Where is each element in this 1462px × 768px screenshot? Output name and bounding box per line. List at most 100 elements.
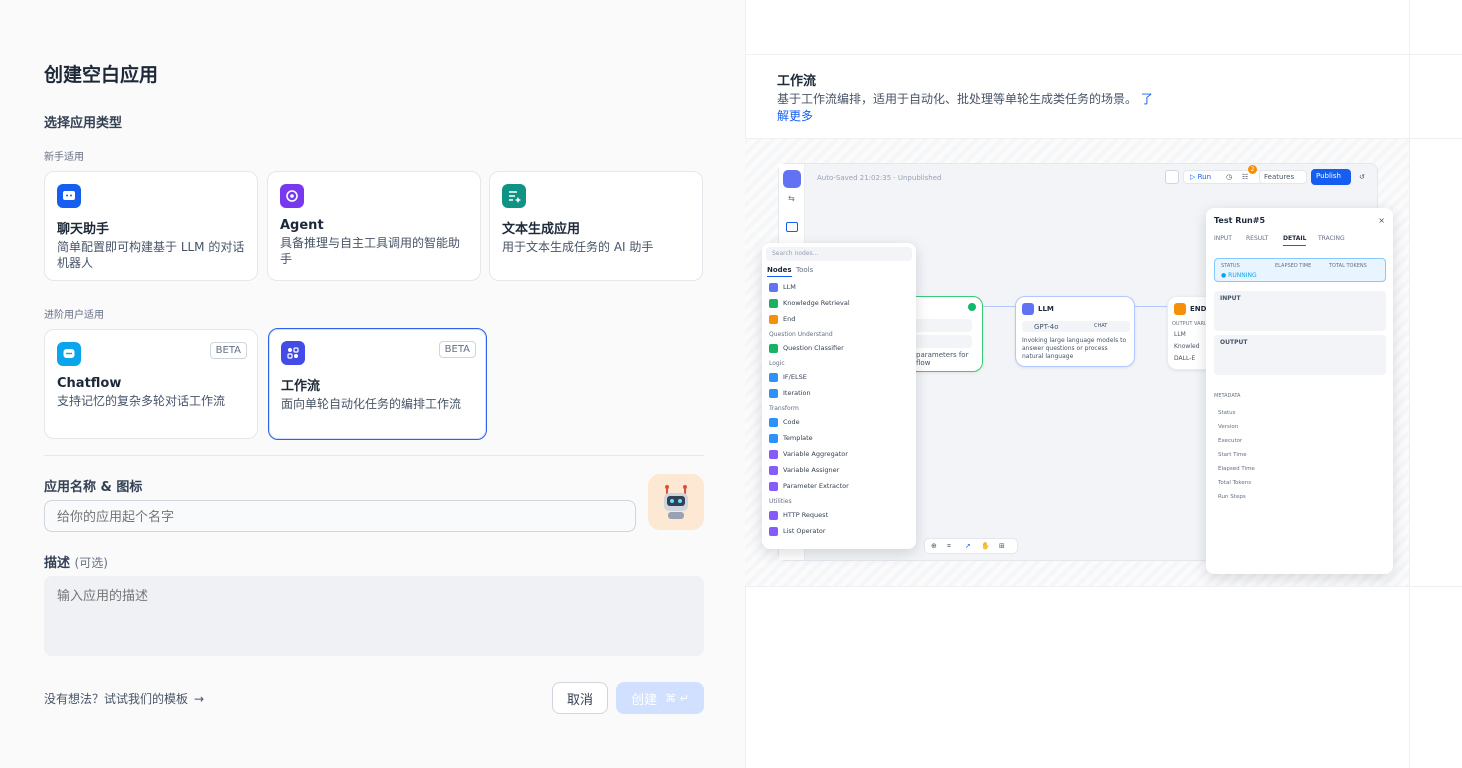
card-desc: 具备推理与自主工具调用的智能助手 xyxy=(280,236,461,266)
app-description-input[interactable] xyxy=(44,576,704,656)
output-label: OUTPUT VARIA xyxy=(1172,321,1209,327)
preview-desc: 基于工作流编排，适用于自动化、批处理等单轮生成类任务的场景。 了解更多 xyxy=(777,91,1157,125)
beta-badge: BETA xyxy=(209,342,247,359)
create-button[interactable]: 创建 ⌘ ↵ xyxy=(616,682,704,714)
model-mode: CHAT xyxy=(1094,323,1108,329)
node-type-icon xyxy=(769,418,778,427)
node-desc: Invoking large language models to answer… xyxy=(1022,337,1127,360)
node-group-label: Utilities xyxy=(769,498,792,505)
tokens-header: TOTAL TOKENS xyxy=(1329,263,1367,269)
node-item[interactable]: Code xyxy=(769,416,909,428)
autosave-status: Auto-Saved 21:02:35 · Unpublished xyxy=(817,174,942,182)
node-item[interactable]: Variable Assigner xyxy=(769,464,909,476)
description-label: 描述 (可选) xyxy=(44,552,108,571)
node-type-icon xyxy=(769,373,778,382)
issue-count-badge: 2 xyxy=(1248,165,1257,174)
features-button[interactable]: Features xyxy=(1259,170,1307,184)
node-item-label: Iteration xyxy=(783,389,811,397)
tab-tracing[interactable]: TRACING xyxy=(1318,235,1345,242)
cancel-button[interactable]: 取消 xyxy=(552,682,608,714)
node-type-icon xyxy=(769,283,778,292)
card-chat-assistant[interactable]: 聊天助手 简单配置即可构建基于 LLM 的对话机器人 xyxy=(44,171,258,281)
model-name: GPT-4o xyxy=(1034,323,1059,331)
panel-icon xyxy=(786,222,798,232)
divider xyxy=(745,586,1462,587)
node-item[interactable]: Parameter Extractor xyxy=(769,480,909,492)
card-title: 聊天助手 xyxy=(57,222,110,237)
restore-icon: ↺ xyxy=(1359,173,1365,181)
llm-node: LLM GPT-4o CHAT Invoking large language … xyxy=(1015,296,1135,367)
workflow-icon xyxy=(281,341,305,365)
divider xyxy=(745,54,1462,55)
node-item[interactable]: Question Classifier xyxy=(769,342,909,354)
node-type-icon xyxy=(769,482,778,491)
model-selector: GPT-4o CHAT xyxy=(1022,321,1130,332)
node-title: END xyxy=(1190,305,1207,313)
card-agent[interactable]: Agent 具备推理与自主工具调用的智能助手 xyxy=(267,171,481,281)
tab-nodes[interactable]: Nodes xyxy=(767,266,792,277)
text-generate-icon xyxy=(502,184,526,208)
pointer-icon: ➚ xyxy=(965,542,971,550)
tab-result[interactable]: RESULT xyxy=(1246,235,1268,242)
test-run-panel: Test Run#5 × INPUT RESULT DETAIL TRACING… xyxy=(1206,208,1393,574)
node-item[interactable]: LLM xyxy=(769,281,909,293)
metadata-row: Run Steps xyxy=(1218,494,1246,500)
chat-bubble-icon xyxy=(57,184,81,208)
tab-tools[interactable]: Tools xyxy=(796,266,813,274)
shortcut-hint: ⌘ ↵ xyxy=(665,691,689,705)
divider xyxy=(44,455,704,456)
arrow-right-icon: → xyxy=(194,691,205,706)
node-type-icon xyxy=(769,450,778,459)
card-chatflow[interactable]: BETA Chatflow 支持记忆的复杂多轮对话工作流 xyxy=(44,329,258,439)
running-label: RUNNING xyxy=(1228,272,1257,279)
node-item-label: Variable Aggregator xyxy=(783,450,848,458)
publish-button[interactable]: Publish xyxy=(1311,169,1351,185)
checklist-icon: ☷ xyxy=(1242,173,1249,181)
node-title: LLM xyxy=(1038,305,1054,313)
output-item: Knowled xyxy=(1174,343,1200,350)
node-item-label: HTTP Request xyxy=(783,511,829,519)
node-search-input[interactable]: Search nodes... xyxy=(766,247,912,261)
metadata-row: Executor xyxy=(1218,438,1243,444)
card-text-generator[interactable]: 文本生成应用 用于文本生成任务的 AI 助手 xyxy=(489,171,703,281)
run-button[interactable]: ▷ Run xyxy=(1190,173,1211,181)
create-app-form: 创建空白应用 选择应用类型 新手适用 聊天助手 简单配置即可构建基于 LLM 的… xyxy=(0,0,745,768)
app-icon-picker[interactable] xyxy=(648,474,704,530)
node-type-icon xyxy=(769,344,778,353)
node-group-label: Transform xyxy=(769,405,799,412)
node-item[interactable]: Knowledge Retrieval xyxy=(769,297,909,309)
node-item-label: Parameter Extractor xyxy=(783,482,849,490)
end-icon xyxy=(1174,303,1186,315)
features-label: Features xyxy=(1264,173,1295,181)
output-item: LLM xyxy=(1174,331,1186,338)
grid-icon: ⊞ xyxy=(999,542,1005,550)
node-item[interactable]: Iteration xyxy=(769,387,909,399)
close-icon[interactable]: × xyxy=(1378,216,1385,225)
node-item[interactable]: List Operator xyxy=(769,525,909,537)
node-type-icon xyxy=(769,511,778,520)
history-icon: ◷ xyxy=(1226,173,1233,181)
node-item[interactable]: End xyxy=(769,313,909,325)
output-item: DALL-E xyxy=(1174,355,1196,362)
metadata-row: Total Tokens xyxy=(1218,480,1252,486)
optional-hint: (可选) xyxy=(74,556,108,570)
node-item[interactable]: IF/ELSE xyxy=(769,371,909,383)
node-desc: parameters for flow xyxy=(916,351,969,367)
tab-detail[interactable]: DETAIL xyxy=(1283,235,1307,246)
app-name-input[interactable] xyxy=(44,500,636,532)
node-item[interactable]: Template xyxy=(769,432,909,444)
template-link-text: 没有想法？试试我们的模板 xyxy=(44,692,189,706)
preview-title: 工作流 xyxy=(777,74,817,89)
group-beginner-label: 新手适用 xyxy=(44,152,84,163)
card-title: 工作流 xyxy=(281,379,321,394)
add-icon: ⊕ xyxy=(931,542,937,550)
template-link[interactable]: 没有想法？试试我们的模板 → xyxy=(44,690,204,707)
preview-desc-text: 基于工作流编排，适用于自动化、批处理等单轮生成类任务的场景。 xyxy=(777,92,1138,106)
llm-icon xyxy=(1022,303,1034,315)
node-group-label: Logic xyxy=(769,360,785,367)
tab-input[interactable]: INPUT xyxy=(1214,235,1232,242)
node-item[interactable]: Variable Aggregator xyxy=(769,448,909,460)
card-desc: 支持记忆的复杂多轮对话工作流 xyxy=(57,394,226,408)
node-item[interactable]: HTTP Request xyxy=(769,509,909,521)
card-workflow[interactable]: BETA 工作流 面向单轮自动化任务的编排工作流 xyxy=(268,328,487,440)
